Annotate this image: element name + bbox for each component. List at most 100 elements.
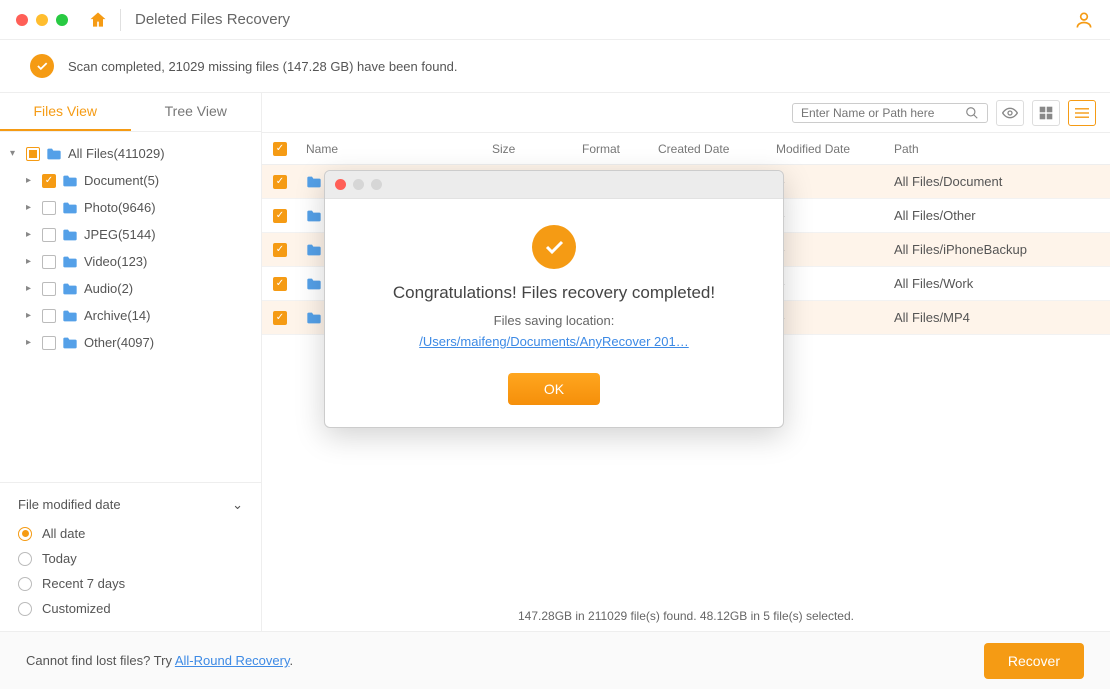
window-controls xyxy=(16,14,68,26)
folder-icon xyxy=(62,282,78,296)
preview-icon[interactable] xyxy=(996,100,1024,126)
chevron-right-icon: ▸ xyxy=(26,175,36,186)
search-icon[interactable] xyxy=(965,106,979,120)
close-dialog-button[interactable] xyxy=(335,179,346,190)
cell-path: All Files/Document xyxy=(894,174,1110,189)
tree-item-label: Photo(9646) xyxy=(84,200,156,215)
checkbox[interactable] xyxy=(42,201,56,215)
tree-item[interactable]: ▸ Audio(2) xyxy=(0,275,261,302)
user-icon[interactable] xyxy=(1074,10,1094,30)
radio[interactable] xyxy=(18,552,32,566)
window-titlebar: Deleted Files Recovery xyxy=(0,0,1110,40)
filter-option-label: Recent 7 days xyxy=(42,576,125,591)
checkbox[interactable] xyxy=(42,255,56,269)
folder-icon xyxy=(62,309,78,323)
filter-option[interactable]: Customized xyxy=(18,596,243,621)
tree-root[interactable]: ▾ All Files(411029) xyxy=(0,140,261,167)
checkbox[interactable] xyxy=(42,228,56,242)
tree-item[interactable]: ▸ Video(123) xyxy=(0,248,261,275)
filter-option[interactable]: All date xyxy=(18,521,243,546)
tree-item-label: Audio(2) xyxy=(84,281,133,296)
minimize-window-button[interactable] xyxy=(36,14,48,26)
view-tabs: Files View Tree View xyxy=(0,93,261,132)
zoom-window-button[interactable] xyxy=(56,14,68,26)
tree-item-label: Video(123) xyxy=(84,254,147,269)
checkbox[interactable] xyxy=(42,309,56,323)
cell-modified: -- xyxy=(776,208,894,223)
filter-option[interactable]: Recent 7 days xyxy=(18,571,243,596)
search-box[interactable] xyxy=(792,103,988,123)
date-filter: File modified date ⌄ All date Today Recent… xyxy=(0,482,261,631)
row-checkbox[interactable]: ✓ xyxy=(273,277,287,291)
chevron-right-icon: ▸ xyxy=(26,229,36,240)
list-view-icon[interactable] xyxy=(1068,100,1096,126)
dialog-subtitle: Files saving location: xyxy=(345,313,763,328)
radio[interactable] xyxy=(18,527,32,541)
checkbox[interactable]: ✓ xyxy=(42,174,56,188)
check-icon xyxy=(30,54,54,78)
scan-status-text: Scan completed, 21029 missing files (147… xyxy=(68,59,458,74)
cell-path: All Files/MP4 xyxy=(894,310,1110,325)
recovery-complete-dialog: Congratulations! Files recovery complete… xyxy=(324,170,784,428)
col-modified[interactable]: Modified Date xyxy=(776,142,894,156)
filter-option-label: Customized xyxy=(42,601,111,616)
recover-button[interactable]: Recover xyxy=(984,643,1084,679)
tree-item[interactable]: ▸ Photo(9646) xyxy=(0,194,261,221)
checkbox[interactable] xyxy=(42,336,56,350)
file-tree: ▾ All Files(411029) ▸ ✓ Document(5)▸ Pho… xyxy=(0,132,261,364)
chevron-right-icon: ▸ xyxy=(26,310,36,321)
divider xyxy=(120,9,121,31)
row-checkbox[interactable]: ✓ xyxy=(273,209,287,223)
filter-option[interactable]: Today xyxy=(18,546,243,571)
home-icon[interactable] xyxy=(88,10,108,30)
col-name[interactable]: Name xyxy=(298,142,492,156)
saved-path-link[interactable]: /Users/maifeng/Documents/AnyRecover 201… xyxy=(419,334,689,349)
toolbar xyxy=(262,93,1110,133)
grid-view-icon[interactable] xyxy=(1032,100,1060,126)
minimize-dialog-button xyxy=(353,179,364,190)
scan-status-bar: Scan completed, 21029 missing files (147… xyxy=(0,40,1110,93)
col-size[interactable]: Size xyxy=(492,142,582,156)
col-path[interactable]: Path xyxy=(894,142,1110,156)
cell-path: All Files/iPhoneBackup xyxy=(894,242,1110,257)
dialog-titlebar xyxy=(325,171,783,199)
tree-item[interactable]: ▸ Other(4097) xyxy=(0,329,261,356)
cell-path: All Files/Work xyxy=(894,276,1110,291)
tree-item[interactable]: ▸ ✓ Document(5) xyxy=(0,167,261,194)
close-window-button[interactable] xyxy=(16,14,28,26)
footer: Cannot find lost files? Try All-Round Re… xyxy=(0,631,1110,689)
select-all-checkbox[interactable]: ✓ xyxy=(273,142,287,156)
tab-files-view[interactable]: Files View xyxy=(0,93,131,131)
cell-modified: -- xyxy=(776,276,894,291)
checkbox[interactable] xyxy=(42,282,56,296)
zoom-dialog-button xyxy=(371,179,382,190)
checkbox[interactable] xyxy=(26,147,40,161)
all-round-recovery-link[interactable]: All-Round Recovery xyxy=(175,653,290,668)
col-format[interactable]: Format xyxy=(582,142,658,156)
chevron-down-icon[interactable]: ⌄ xyxy=(232,497,243,513)
cell-path: All Files/Other xyxy=(894,208,1110,223)
filter-option-label: All date xyxy=(42,526,85,541)
cell-modified: -- xyxy=(776,310,894,325)
folder-icon xyxy=(62,336,78,350)
row-checkbox[interactable]: ✓ xyxy=(273,243,287,257)
radio[interactable] xyxy=(18,577,32,591)
tree-item-label: Archive(14) xyxy=(84,308,150,323)
chevron-right-icon: ▸ xyxy=(26,256,36,267)
tree-item-label: Other(4097) xyxy=(84,335,154,350)
footer-hint: Cannot find lost files? Try All-Round Re… xyxy=(26,653,293,668)
ok-button[interactable]: OK xyxy=(508,373,600,405)
folder-icon xyxy=(62,174,78,188)
row-checkbox[interactable]: ✓ xyxy=(273,311,287,325)
col-created[interactable]: Created Date xyxy=(658,142,776,156)
row-checkbox[interactable]: ✓ xyxy=(273,175,287,189)
tree-item[interactable]: ▸ JPEG(5144) xyxy=(0,221,261,248)
search-input[interactable] xyxy=(801,106,965,120)
tree-item[interactable]: ▸ Archive(14) xyxy=(0,302,261,329)
folder-icon xyxy=(62,228,78,242)
filter-title: File modified date xyxy=(18,497,121,513)
radio[interactable] xyxy=(18,602,32,616)
chevron-right-icon: ▸ xyxy=(26,202,36,213)
tab-tree-view[interactable]: Tree View xyxy=(131,93,262,131)
tree-root-label: All Files(411029) xyxy=(68,146,165,161)
